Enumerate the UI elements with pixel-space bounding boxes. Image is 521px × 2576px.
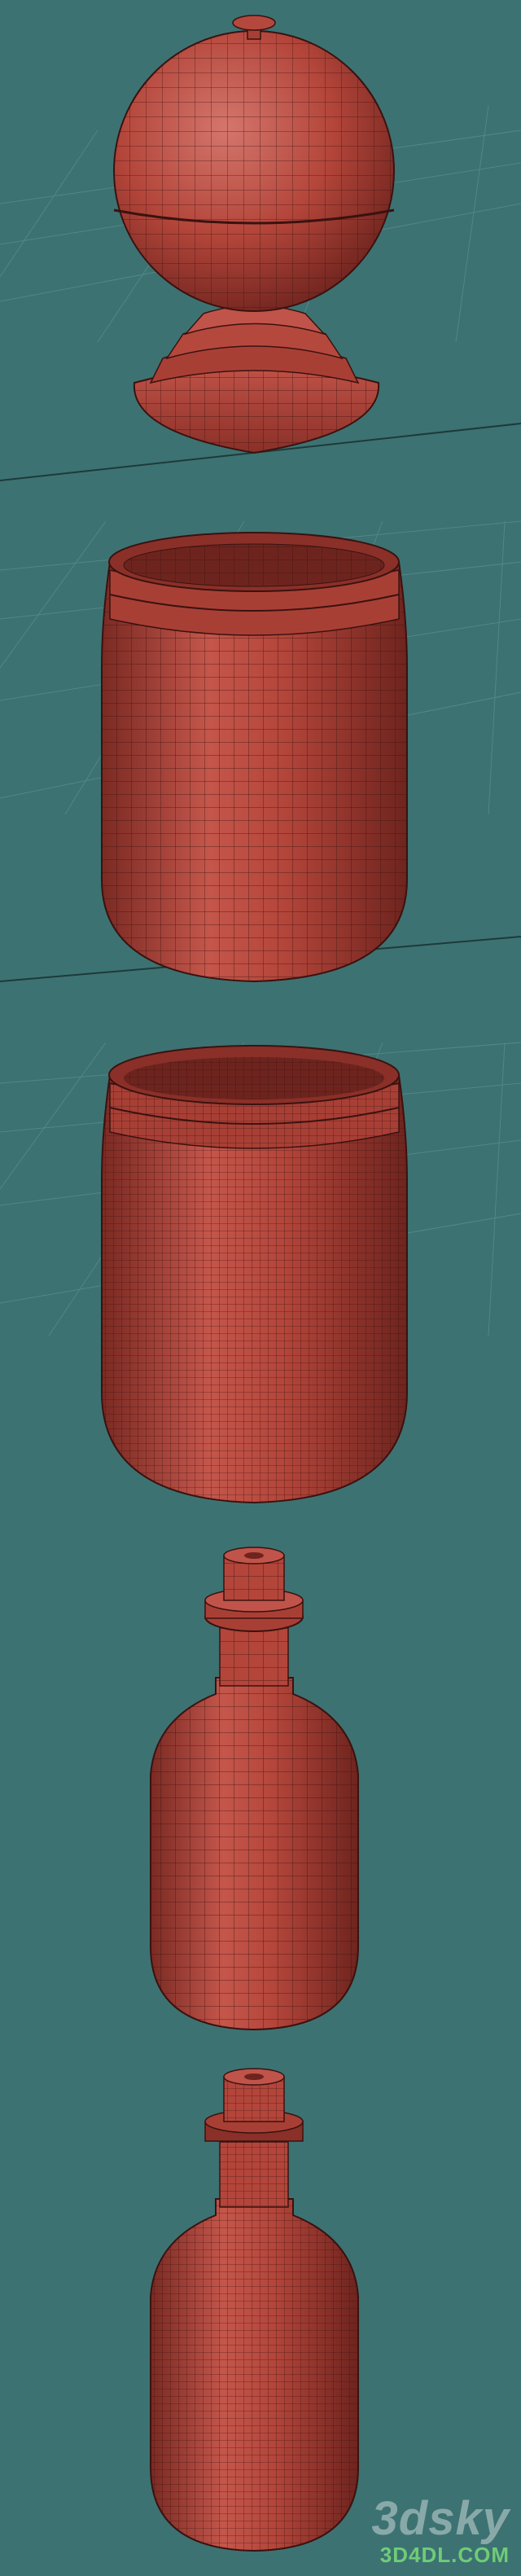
- lid-knob: [232, 15, 276, 31]
- jar-high-poly-model: [101, 1045, 408, 1504]
- bottle-high-poly-model: [150, 2068, 359, 2552]
- sphere-lid-model: [113, 15, 395, 454]
- viewport-scene: [0, 15, 521, 2552]
- jar-low-poly-model: [101, 532, 408, 983]
- bottle-low-poly-model: [150, 1547, 359, 2031]
